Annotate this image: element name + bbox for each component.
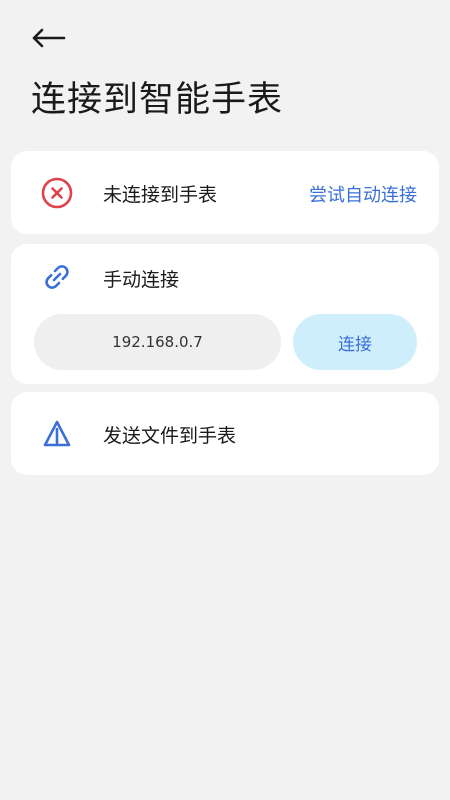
arrow-left-icon <box>30 26 66 54</box>
connection-status-card: 未连接到手表 尝试自动连接 <box>11 151 439 234</box>
send-triangle-icon <box>40 417 74 451</box>
connect-button[interactable]: 连接 <box>293 314 417 370</box>
send-file-label: 发送文件到手表 <box>103 425 237 447</box>
send-file-card[interactable]: 发送文件到手表 <box>11 392 439 475</box>
page-title: 连接到智能手表 <box>31 80 284 120</box>
auto-connect-link[interactable]: 尝试自动连接 <box>309 181 417 207</box>
link-icon <box>40 260 74 294</box>
connection-status-label: 未连接到手表 <box>103 184 218 206</box>
disconnected-x-icon <box>40 176 74 210</box>
ip-address-input[interactable] <box>34 314 281 370</box>
back-button[interactable] <box>30 24 70 56</box>
manual-connect-label: 手动连接 <box>103 269 180 291</box>
manual-connect-card: 手动连接 连接 <box>11 244 439 384</box>
